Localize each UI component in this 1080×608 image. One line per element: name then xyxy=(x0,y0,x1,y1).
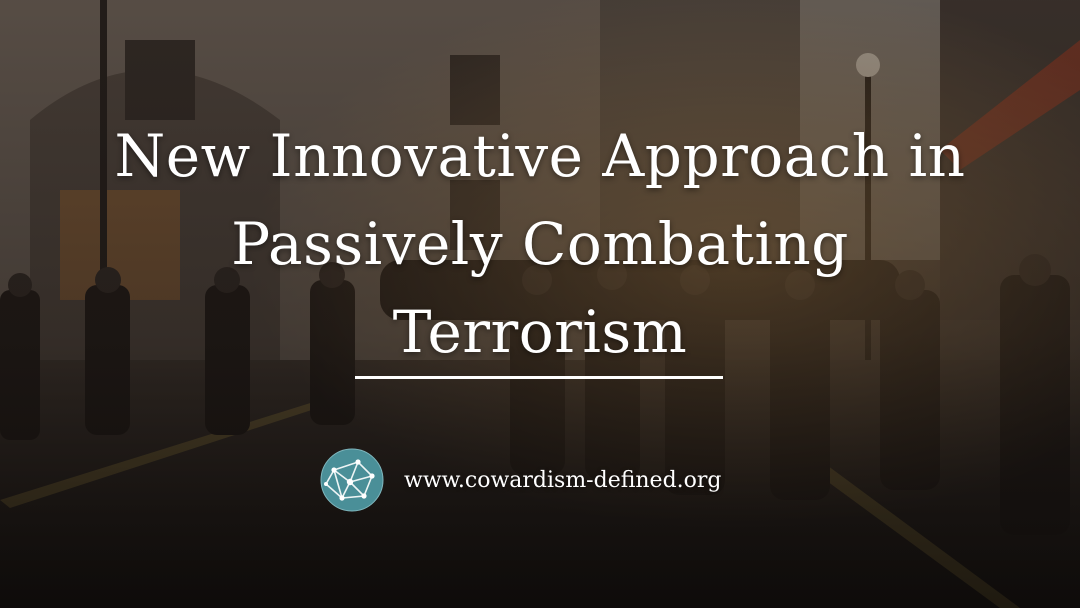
site-footer: www.cowardism-defined.org xyxy=(320,447,722,513)
banner-title: New Innovative Approach in Passively Com… xyxy=(114,122,966,366)
network-globe-icon[interactable] xyxy=(320,448,384,512)
website-url-link[interactable]: www.cowardism-defined.org xyxy=(404,468,722,493)
banner-card: New Innovative Approach in Passively Com… xyxy=(0,0,1080,608)
title-divider xyxy=(355,376,723,379)
